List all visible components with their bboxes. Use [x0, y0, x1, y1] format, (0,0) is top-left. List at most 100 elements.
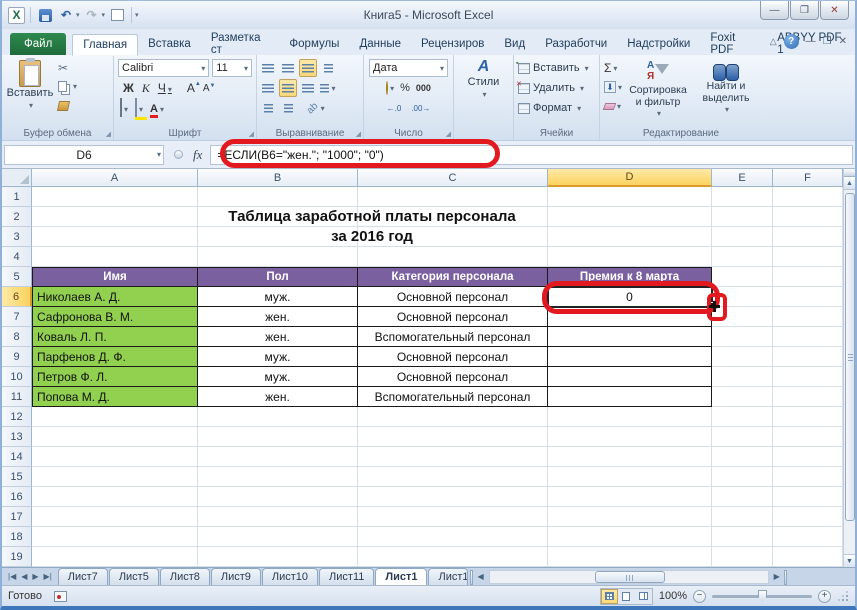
wrap-text-button[interactable] — [319, 59, 337, 77]
font-color-button[interactable]: А — [150, 99, 164, 117]
grid-cell-D11[interactable] — [548, 387, 712, 407]
grid-cell-B4[interactable] — [198, 247, 358, 267]
grid-cell-F19[interactable] — [773, 547, 843, 567]
grid-cell-A11[interactable]: Попова М. Д. — [32, 387, 198, 407]
font-name-select[interactable]: Calibri — [118, 59, 209, 77]
grid-cell-A17[interactable] — [32, 507, 198, 527]
ribbon-tab-foxit-pdf[interactable]: Foxit PDF — [700, 33, 767, 55]
align-right-button[interactable] — [299, 79, 317, 97]
grid-cell-D13[interactable] — [548, 427, 712, 447]
grid-cell-F1[interactable] — [773, 187, 843, 207]
restore-button[interactable]: ❐ — [790, 1, 819, 20]
macro-record-icon[interactable] — [54, 591, 67, 602]
grid-cell-B5[interactable]: Пол — [198, 267, 358, 287]
grid-cell-B9[interactable]: муж. — [198, 347, 358, 367]
grid-cell-B13[interactable] — [198, 427, 358, 447]
grid-cell-D6[interactable]: 0 — [548, 287, 712, 307]
workbook-close-icon[interactable]: ✕ — [839, 36, 847, 47]
fill-button[interactable]: ⬇ — [602, 78, 624, 96]
row-header-12[interactable]: 12 — [2, 407, 32, 427]
first-sheet-icon[interactable]: |◀ — [6, 572, 18, 581]
ribbon-tab-данные[interactable]: Данные — [349, 33, 411, 55]
column-header-F[interactable]: F — [773, 169, 843, 187]
ribbon-tab-рецензиров[interactable]: Рецензиров — [411, 33, 494, 55]
shrink-font-button[interactable]: A▼ — [203, 83, 216, 94]
grid-cell-C6[interactable]: Основной персонал — [358, 287, 548, 307]
grid-cell-B1[interactable] — [198, 187, 358, 207]
grid-cell-C3[interactable] — [358, 227, 548, 247]
row-header-2[interactable]: 2 — [2, 207, 32, 227]
ribbon-tab-вставка[interactable]: Вставка — [138, 33, 201, 55]
grid-cell-C9[interactable]: Основной персонал — [358, 347, 548, 367]
grid-cell-D9[interactable] — [548, 347, 712, 367]
grid-cell-C16[interactable] — [358, 487, 548, 507]
grid-cell-A12[interactable] — [32, 407, 198, 427]
insert-cells-button[interactable]: Вставить — [516, 58, 597, 78]
number-format-select[interactable]: Дата — [369, 59, 448, 77]
styles-dropdown-icon[interactable] — [480, 88, 486, 100]
column-header-E[interactable]: E — [712, 169, 773, 187]
workbook-minimize-icon[interactable]: — — [806, 36, 816, 47]
sort-filter-button[interactable]: АЯ Сортировка и фильтр — [624, 58, 692, 120]
row-header-4[interactable]: 4 — [2, 247, 32, 267]
grid-cell-A18[interactable] — [32, 527, 198, 547]
scroll-down-icon[interactable]: ▼ — [844, 554, 855, 567]
hscroll-right-icon[interactable]: ▶ — [771, 572, 783, 581]
grid-cell-C12[interactable] — [358, 407, 548, 427]
row-header-11[interactable]: 11 — [2, 387, 32, 407]
grid-cell-F4[interactable] — [773, 247, 843, 267]
grid-cell-E14[interactable] — [712, 447, 773, 467]
paste-button[interactable]: Вставить — [4, 58, 56, 124]
grid-cell-F17[interactable] — [773, 507, 843, 527]
grid-cell-F9[interactable] — [773, 347, 843, 367]
grid-cell-B19[interactable] — [198, 547, 358, 567]
grid-cell-C2[interactable] — [358, 207, 548, 227]
horizontal-scrollbar[interactable] — [489, 570, 769, 584]
name-box-dropdown-icon[interactable]: ▾ — [157, 150, 161, 159]
grid-cell-A5[interactable]: Имя — [32, 267, 198, 287]
grid-cell-D16[interactable] — [548, 487, 712, 507]
grid-cell-F15[interactable] — [773, 467, 843, 487]
zoom-in-button[interactable]: + — [818, 590, 831, 603]
ribbon-tab-надстройки[interactable]: Надстройки — [617, 33, 700, 55]
borders-button[interactable] — [120, 99, 128, 117]
grid-cell-A16[interactable] — [32, 487, 198, 507]
delete-cells-button[interactable]: Удалить — [516, 78, 597, 98]
grid-cell-A9[interactable]: Парфенов Д. Ф. — [32, 347, 198, 367]
grid-cell-C1[interactable] — [358, 187, 548, 207]
insert-function-button[interactable]: fx — [193, 147, 202, 163]
grid-cell-E18[interactable] — [712, 527, 773, 547]
grid-cell-C17[interactable] — [358, 507, 548, 527]
grid-cell-A14[interactable] — [32, 447, 198, 467]
grid-cell-E19[interactable] — [712, 547, 773, 567]
grid-cell-F13[interactable] — [773, 427, 843, 447]
zoom-slider[interactable] — [712, 595, 812, 598]
grid-cell-F2[interactable] — [773, 207, 843, 227]
grid-cell-C19[interactable] — [358, 547, 548, 567]
sheet-tab-лист10[interactable]: Лист10 — [262, 568, 318, 585]
align-middle-button[interactable] — [279, 59, 297, 77]
italic-button[interactable]: К — [139, 81, 153, 96]
grid-cell-E15[interactable] — [712, 467, 773, 487]
grid-cell-E6[interactable] — [712, 287, 773, 307]
grid-cell-E12[interactable] — [712, 407, 773, 427]
bold-button[interactable]: Ж — [120, 81, 137, 95]
help-icon[interactable]: ? — [784, 34, 799, 49]
grid-cell-D1[interactable] — [548, 187, 712, 207]
grid-cell-B11[interactable]: жен. — [198, 387, 358, 407]
row-header-18[interactable]: 18 — [2, 527, 32, 547]
prev-sheet-icon[interactable]: ◀ — [19, 572, 29, 581]
column-header-A[interactable]: A — [32, 169, 198, 187]
comma-style-button[interactable]: 000 — [416, 83, 431, 93]
vertical-scrollbar[interactable]: ▲ ▼ — [843, 169, 855, 567]
grid-cell-E2[interactable] — [712, 207, 773, 227]
grid-cell-A19[interactable] — [32, 547, 198, 567]
grid-cell-E11[interactable] — [712, 387, 773, 407]
format-cells-button[interactable]: Формат — [516, 98, 597, 118]
align-left-button[interactable] — [259, 79, 277, 97]
decrease-decimal-button[interactable]: .00→ — [411, 104, 430, 113]
grow-font-button[interactable]: A▲ — [187, 81, 201, 95]
grid-cell-F8[interactable] — [773, 327, 843, 347]
align-top-button[interactable] — [259, 59, 277, 77]
font-dialog-launcher-icon[interactable]: ◢ — [249, 130, 254, 138]
